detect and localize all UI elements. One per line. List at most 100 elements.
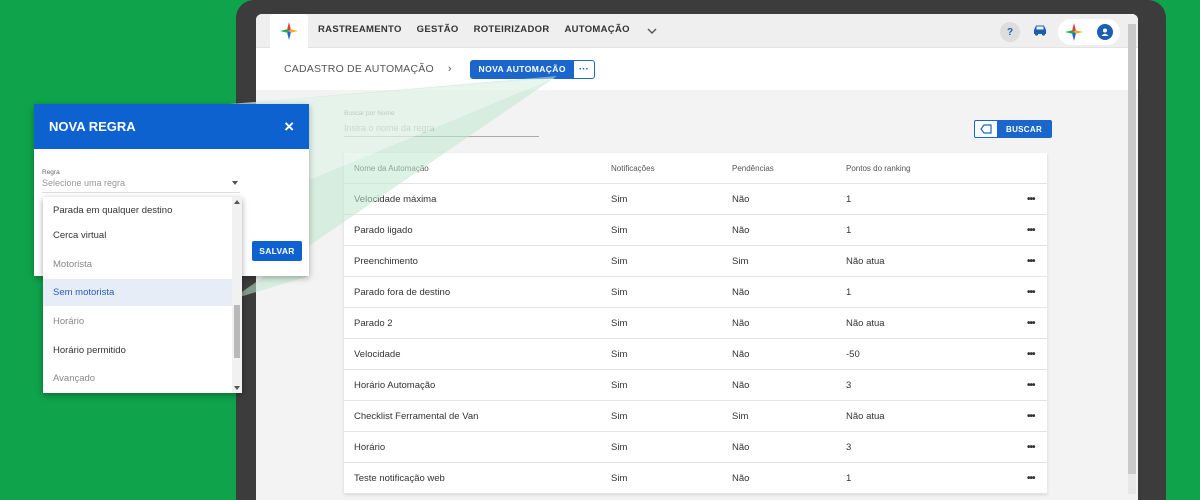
- table-row[interactable]: Parado fora de destino Sim Não 1 •••: [344, 277, 1047, 308]
- laptop-bezel: RASTREAMENTO GESTÃO ROTEIRIZADOR AUTOMAÇ…: [236, 0, 1166, 500]
- pendencies-cell: Não: [732, 286, 750, 298]
- dropdown-option[interactable]: Horário: [43, 308, 232, 335]
- table-row[interactable]: Parado ligado Sim Não 1 •••: [344, 215, 1047, 246]
- pendencies-cell: Não: [732, 472, 750, 484]
- dropdown-option[interactable]: Parada em qualquer destino: [43, 197, 232, 224]
- automation-name: Preenchimento: [354, 255, 418, 267]
- notifications-cell: Sim: [611, 379, 628, 391]
- search-button[interactable]: BUSCAR: [997, 121, 1052, 137]
- pendencies-cell: Não: [732, 379, 750, 391]
- automation-name: Checklist Ferramental de Van: [354, 410, 479, 422]
- logo-icon: [280, 21, 298, 40]
- automation-table: Nome da Automação Notificações Pendência…: [344, 153, 1047, 494]
- page-scrollbar-thumb[interactable]: [1128, 24, 1136, 474]
- column-header-ranking[interactable]: Pontos do ranking: [846, 164, 911, 173]
- ranking-cell: Não atua: [846, 317, 885, 329]
- scroll-up-icon[interactable]: [234, 200, 240, 204]
- ranking-cell: 3: [846, 441, 852, 453]
- automation-name: Horário: [354, 441, 386, 453]
- table-row[interactable]: Velocidade Sim Não -50 •••: [344, 339, 1047, 370]
- caret-down-icon: [232, 181, 238, 185]
- notifications-cell: Sim: [611, 317, 628, 329]
- row-menu-icon[interactable]: •••: [1027, 287, 1035, 298]
- rule-dropdown-list: Parada em qualquer destino Cerca virtual M…: [43, 197, 242, 393]
- pendencies-cell: Não: [732, 441, 750, 453]
- row-menu-icon[interactable]: •••: [1027, 473, 1035, 484]
- app-window: RASTREAMENTO GESTÃO ROTEIRIZADOR AUTOMAÇ…: [256, 14, 1138, 500]
- rule-select-placeholder: Selecione uma regra: [42, 178, 126, 188]
- automation-name: Parado 2: [354, 317, 393, 329]
- nav-automacao[interactable]: AUTOMAÇÃO: [564, 24, 629, 38]
- notifications-cell: Sim: [611, 348, 628, 360]
- save-button[interactable]: SALVAR: [252, 241, 302, 261]
- new-automation-button[interactable]: NOVA AUTOMAÇÃO: [470, 60, 574, 78]
- table-row[interactable]: Parado 2 Sim Não Não atua •••: [344, 308, 1047, 339]
- row-menu-icon[interactable]: •••: [1027, 225, 1035, 236]
- top-navigation: RASTREAMENTO GESTÃO ROTEIRIZADOR AUTOMAÇ…: [256, 14, 1138, 48]
- logo-icon: [1065, 23, 1083, 41]
- dropdown-option[interactable]: Horário permitido: [43, 337, 232, 364]
- pendencies-cell: Não: [732, 348, 750, 360]
- notifications-cell: Sim: [611, 255, 628, 267]
- ranking-cell: Não atua: [846, 255, 885, 267]
- dropdown-option[interactable]: Motorista: [43, 251, 232, 278]
- logo-tab[interactable]: [270, 14, 308, 48]
- pendencies-cell: Não: [732, 224, 750, 236]
- automation-name: Velocidade: [354, 348, 401, 360]
- automation-name: Teste notificação web: [354, 472, 445, 484]
- page-title: CADASTRO DE AUTOMAÇÃO: [284, 63, 434, 75]
- automation-name: Horário Automação: [354, 379, 436, 391]
- dialog-header: NOVA REGRA ×: [34, 104, 309, 149]
- table-row[interactable]: Teste notificação web Sim Não 1 •••: [344, 463, 1047, 494]
- table-row[interactable]: Velocidade máxima Sim Não 1 •••: [344, 184, 1047, 215]
- search-label: Buscar por Nome: [344, 110, 395, 117]
- rule-field-label: Regra: [42, 169, 60, 176]
- breadcrumb: CADASTRO DE AUTOMAÇÃO › NOVA AUTOMAÇÃO ·…: [256, 48, 1138, 90]
- pendencies-cell: Sim: [732, 255, 749, 267]
- row-menu-icon[interactable]: •••: [1027, 318, 1035, 329]
- notifications-cell: Sim: [611, 441, 628, 453]
- ranking-cell: 1: [846, 224, 852, 236]
- column-header-notifications[interactable]: Notificações: [611, 164, 655, 173]
- row-menu-icon[interactable]: •••: [1027, 349, 1035, 360]
- notifications-cell: Sim: [611, 224, 628, 236]
- help-icon[interactable]: ?: [1000, 22, 1020, 42]
- search-input[interactable]: [344, 120, 539, 137]
- row-menu-icon[interactable]: •••: [1027, 442, 1035, 453]
- scroll-down-icon[interactable]: [234, 386, 240, 390]
- row-menu-icon[interactable]: •••: [1027, 256, 1035, 267]
- pendencies-cell: Não: [732, 193, 750, 205]
- new-automation-button-group: NOVA AUTOMAÇÃO ···: [469, 59, 595, 79]
- row-menu-icon[interactable]: •••: [1027, 411, 1035, 422]
- table-row[interactable]: Horário Automação Sim Não 3 •••: [344, 370, 1047, 401]
- nav-gestao[interactable]: GESTÃO: [417, 24, 459, 38]
- rule-select[interactable]: Selecione uma regra: [42, 178, 240, 193]
- row-menu-icon[interactable]: •••: [1027, 380, 1035, 391]
- car-icon[interactable]: [1032, 23, 1048, 41]
- eraser-icon[interactable]: [975, 121, 997, 137]
- user-icon[interactable]: [1097, 24, 1113, 40]
- table-row[interactable]: Horário Sim Não 3 •••: [344, 432, 1047, 463]
- nav-rastreamento[interactable]: RASTREAMENTO: [318, 24, 402, 38]
- account-pill[interactable]: [1058, 19, 1120, 45]
- notifications-cell: Sim: [611, 410, 628, 422]
- dropdown-option[interactable]: Cerca virtual: [43, 222, 232, 249]
- chevron-down-icon[interactable]: [647, 24, 657, 38]
- nav-roteirizador[interactable]: ROTEIRIZADOR: [474, 24, 550, 38]
- more-options-icon[interactable]: ···: [574, 61, 594, 78]
- automation-name: Parado ligado: [354, 224, 413, 236]
- dropdown-option[interactable]: Avançado: [43, 365, 232, 392]
- column-header-name[interactable]: Nome da Automação: [354, 164, 429, 173]
- pendencies-cell: Não: [732, 317, 750, 329]
- dropdown-scrollbar-track[interactable]: [232, 197, 242, 393]
- close-icon[interactable]: ×: [284, 117, 294, 137]
- table-row[interactable]: Checklist Ferramental de Van Sim Sim Não at…: [344, 401, 1047, 432]
- column-header-pendencies[interactable]: Pendências: [732, 164, 774, 173]
- row-menu-icon[interactable]: •••: [1027, 194, 1035, 205]
- notifications-cell: Sim: [611, 286, 628, 298]
- dropdown-option[interactable]: Sem motorista: [43, 279, 232, 306]
- dropdown-scrollbar-thumb[interactable]: [234, 305, 240, 358]
- ranking-cell: Não atua: [846, 410, 885, 422]
- ranking-cell: 1: [846, 193, 852, 205]
- table-row[interactable]: Preenchimento Sim Sim Não atua •••: [344, 246, 1047, 277]
